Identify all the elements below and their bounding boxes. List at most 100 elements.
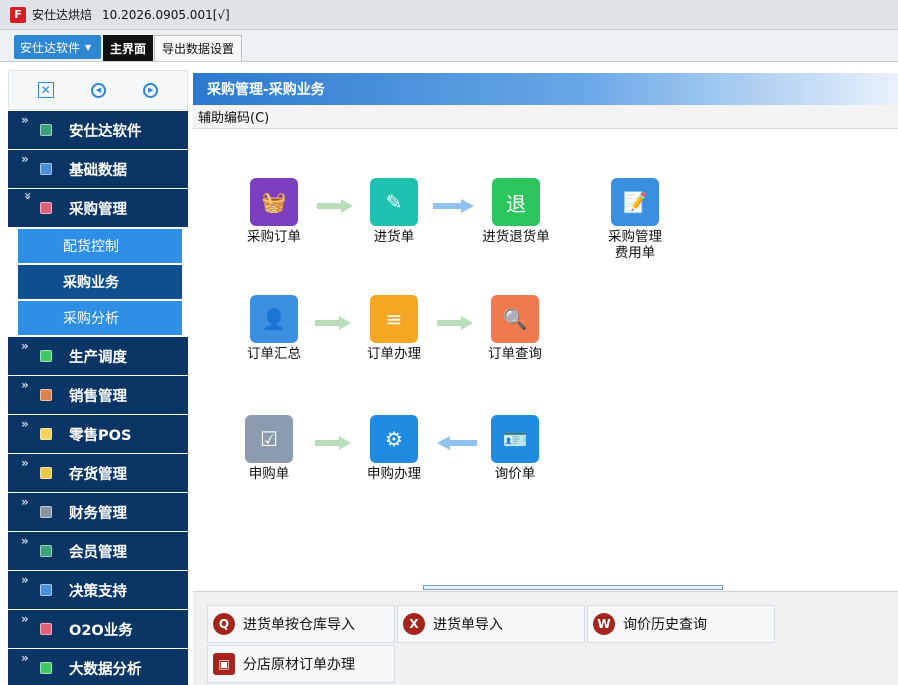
func-purchase-order[interactable]: 🧺 采购订单 (229, 178, 319, 245)
double-chevron-icon: » (21, 339, 29, 353)
quick-import-by-warehouse-button[interactable]: Q 进货单按仓库导入 (207, 605, 395, 643)
search-icon: Q (213, 613, 235, 635)
sidebar-item-retail-pos[interactable]: » 零售POS (8, 415, 188, 453)
document-icon: W (593, 613, 615, 635)
window-title: 安仕达烘焙 (32, 8, 93, 22)
func-inquiry[interactable]: 🪪 询价单 (470, 415, 560, 482)
function-canvas: 🧺 采购订单 ✎ 进货单 退 进货退货单 📝 采购管理费用单 👤 订单汇总 ≡ … (193, 129, 898, 591)
func-order-query[interactable]: 🔍 订单查询 (470, 295, 560, 362)
arrow-left-icon[interactable]: ◀ (90, 82, 106, 98)
sidebar-item-production[interactable]: » 生产调度 (8, 337, 188, 375)
sidebar-item-sales[interactable]: » 销售管理 (8, 376, 188, 414)
page-title: 采购管理-采购业务 (193, 73, 898, 105)
func-label: 订单汇总 (247, 346, 301, 362)
module-icon (40, 163, 52, 175)
app-menu-label: 安仕达软件 (20, 40, 81, 55)
quick-actions-panel: Q 进货单按仓库导入 X 进货单导入 W 询价历史查询 ▣ 分店原材订单办理 (193, 591, 898, 685)
sidebar-item-basic-data[interactable]: » 基础数据 (8, 150, 188, 188)
sidebar-item-label: 会员管理 (69, 544, 127, 561)
user-list-icon: 👤 (250, 295, 298, 343)
list-pen-icon: ≡ (370, 295, 418, 343)
sidebar-sub-purchase-analysis[interactable]: 采购分析 (18, 301, 182, 335)
double-chevron-icon: » (21, 456, 29, 470)
double-chevron-icon: » (21, 495, 29, 509)
quick-receipt-import-button[interactable]: X 进货单导入 (397, 605, 585, 643)
func-label: 进货退货单 (482, 229, 550, 245)
func-label: 订单查询 (488, 346, 542, 362)
double-chevron-icon: » (21, 113, 29, 127)
module-icon (40, 467, 52, 479)
double-chevron-icon: » (21, 573, 29, 587)
toolbar: 安仕达软件 ▼ 主界面 导出数据设置 (0, 30, 898, 62)
monitor-gear-icon: ⚙ (370, 415, 418, 463)
quick-label: 分店原材订单办理 (243, 657, 355, 673)
quick-label: 进货单导入 (433, 617, 503, 633)
func-purchase-receipt[interactable]: ✎ 进货单 (349, 178, 439, 245)
double-chevron-icon: » (21, 152, 29, 166)
sidebar-item-label: 零售POS (69, 427, 132, 444)
arrow-right-icon[interactable]: ▶ (143, 82, 159, 98)
doc-search-icon: 🔍 (491, 295, 539, 343)
close-icon[interactable]: ✕ (37, 82, 54, 98)
sidebar-item-o2o[interactable]: » O2O业务 (8, 610, 188, 648)
flow-arrow-right (317, 199, 353, 213)
func-label: 申购办理 (367, 466, 421, 482)
sidebar-item-purchase[interactable]: » 采购管理 (8, 189, 188, 227)
sidebar-item-label: 采购管理 (69, 201, 127, 218)
func-order-summary[interactable]: 👤 订单汇总 (229, 295, 319, 362)
module-icon (40, 389, 52, 401)
sidebar-controls: ✕ ◀ ▶ (8, 70, 188, 110)
tab-main[interactable]: 主界面 (103, 35, 154, 61)
sidebar-item-label: 大数据分析 (69, 661, 142, 678)
double-chevron-icon: » (21, 378, 29, 392)
double-chevron-icon: » (21, 612, 29, 626)
sidebar-item-label: 基础数据 (69, 162, 127, 179)
chevron-down-icon: ▼ (85, 42, 92, 52)
func-requisition[interactable]: ☑ 申购单 (224, 415, 314, 482)
sidebar-sub-distribution-control[interactable]: 配货控制 (18, 229, 182, 263)
flow-arrow-right (315, 316, 353, 330)
assist-code-label[interactable]: 辅助编码(C) (193, 105, 898, 129)
sidebar-sub-purchase-business[interactable]: 采购业务 (18, 265, 182, 299)
sidebar-item-label: 存货管理 (69, 466, 127, 483)
quick-inquiry-history-button[interactable]: W 询价历史查询 (587, 605, 775, 643)
module-icon (40, 545, 52, 557)
double-chevron-icon: » (21, 651, 29, 665)
return-icon: 退 (492, 178, 540, 226)
sidebar-item-decision[interactable]: » 决策支持 (8, 571, 188, 609)
module-icon (40, 202, 52, 214)
sidebar-item-inventory[interactable]: » 存货管理 (8, 454, 188, 492)
sidebar-item-members[interactable]: » 会员管理 (8, 532, 188, 570)
func-purchase-expense[interactable]: 📝 采购管理费用单 (590, 178, 680, 261)
func-label: 采购订单 (247, 229, 301, 245)
func-label: 询价单 (494, 466, 536, 482)
sidebar-item-label: 销售管理 (69, 388, 127, 405)
receipt-edit-icon: ✎ (370, 178, 418, 226)
flow-arrow-right (433, 199, 475, 213)
double-chevron-icon: » (21, 534, 29, 548)
basket-icon: 🧺 (250, 178, 298, 226)
document-edit-icon: 📝 (611, 178, 659, 226)
sidebar-item-label: O2O业务 (69, 622, 133, 639)
sidebar-item-finance[interactable]: » 财务管理 (8, 493, 188, 531)
module-icon (40, 623, 52, 635)
tab-export-settings[interactable]: 导出数据设置 (154, 35, 243, 61)
func-requisition-processing[interactable]: ⚙ 申购办理 (349, 415, 439, 482)
panel-splitter[interactable] (423, 585, 723, 590)
module-icon (40, 350, 52, 362)
func-order-processing[interactable]: ≡ 订单办理 (349, 295, 439, 362)
sidebar: ✕ ◀ ▶ » 安仕达软件 » 基础数据 » 采购管理 配货控制 采购业务 采购… (8, 70, 188, 685)
func-label: 申购单 (248, 466, 290, 482)
app-menu-button[interactable]: 安仕达软件 ▼ (14, 35, 102, 59)
app-logo-icon: F (10, 6, 26, 23)
sidebar-item-label: 安仕达软件 (69, 123, 142, 140)
func-purchase-return[interactable]: 退 进货退货单 (471, 178, 561, 245)
sidebar-item-label: 决策支持 (69, 583, 127, 600)
quick-branch-order-button[interactable]: ▣ 分店原材订单办理 (207, 645, 395, 683)
sidebar-item-anshida[interactable]: » 安仕达软件 (8, 111, 188, 149)
module-icon (40, 584, 52, 596)
sidebar-item-big-data[interactable]: » 大数据分析 (8, 649, 188, 685)
double-chevron-icon: » (21, 417, 29, 431)
module-icon (40, 506, 52, 518)
excel-icon: X (403, 613, 425, 635)
